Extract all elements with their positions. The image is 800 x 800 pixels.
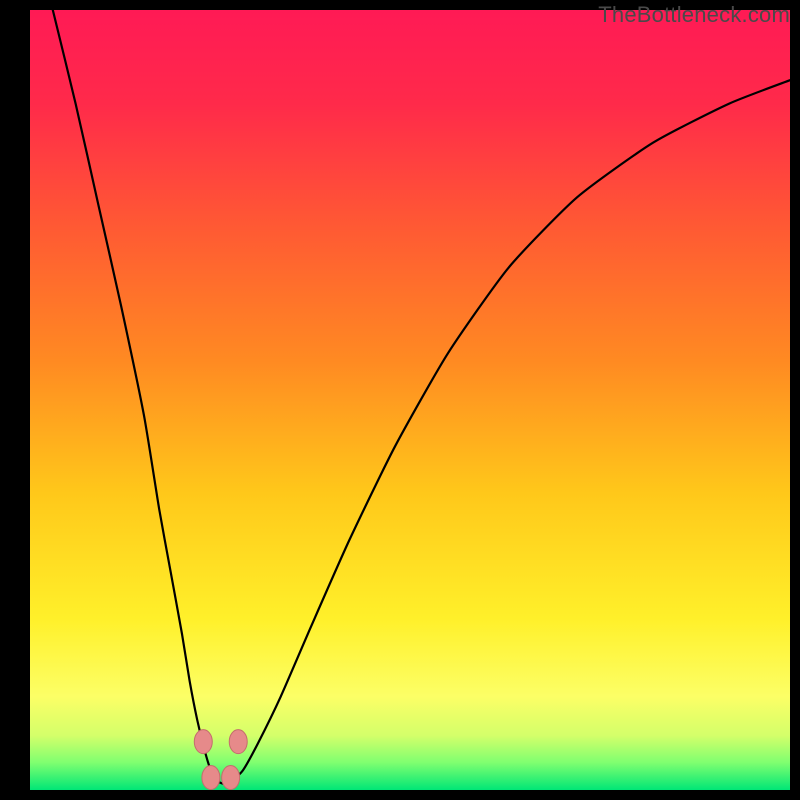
curve-marker <box>202 766 220 790</box>
curve-marker <box>222 766 240 790</box>
chart-frame <box>30 10 790 790</box>
curve-marker <box>194 730 212 754</box>
gradient-background <box>30 10 790 790</box>
watermark-text: TheBottleneck.com <box>598 2 790 28</box>
curve-marker <box>229 730 247 754</box>
chart-svg <box>30 10 790 790</box>
